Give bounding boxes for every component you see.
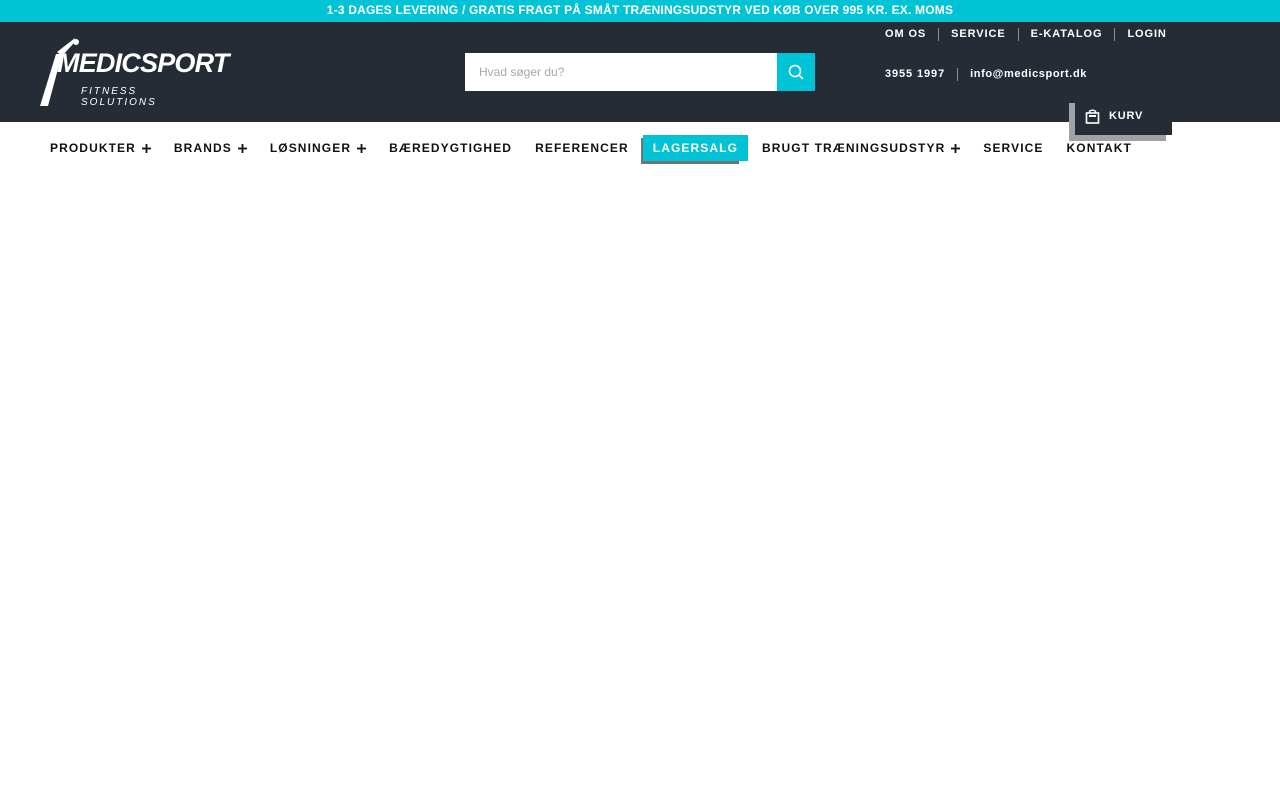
nav-item-loesninger[interactable]: LØSNINGER [269, 134, 367, 162]
search-button[interactable] [777, 53, 815, 91]
top-links: OM OS SERVICE E-KATALOG LOGIN [885, 26, 1167, 42]
nav-item-produkter[interactable]: PRODUKTER [50, 134, 151, 162]
nav-item-kontakt[interactable]: KONTAKT [1067, 134, 1132, 162]
top-link-om-os[interactable]: OM OS [885, 28, 926, 40]
nav-item-label: BÆREDYGTIGHED [389, 141, 513, 155]
shopping-bag-icon [1085, 108, 1100, 124]
phone-link[interactable]: 3955 1997 [885, 68, 945, 80]
divider [938, 27, 940, 41]
email-link[interactable]: info@medicsport.dk [970, 68, 1087, 80]
plus-icon[interactable] [237, 143, 247, 153]
divider [1017, 27, 1019, 41]
contact-info: 3955 1997 info@medicsport.dk [885, 66, 1087, 82]
promo-text: 1-3 DAGES LEVERING / GRATIS FRAGT PÅ SMÅ… [326, 3, 954, 17]
top-link-e-katalog[interactable]: E-KATALOG [1031, 28, 1103, 40]
top-link-login[interactable]: LOGIN [1127, 28, 1166, 40]
nav-item-brugt-traeningsudstyr[interactable]: BRUGT TRÆNINGSUDSTYR [762, 134, 961, 162]
nav-item-label: REFERENCER [535, 141, 629, 155]
logo-wordmark: MEDICSPORT [57, 48, 229, 78]
nav-item-baeredygtighed[interactable]: BÆREDYGTIGHED [389, 134, 512, 162]
site-logo[interactable]: MEDICSPORT FITNESS SOLUTIONS [40, 38, 229, 108]
nav-item-label: SERVICE [983, 141, 1044, 155]
nav-item-label: LØSNINGER [269, 141, 352, 155]
divider [957, 67, 959, 81]
nav-item-brands[interactable]: BRANDS [174, 134, 247, 162]
plus-icon[interactable] [141, 143, 151, 153]
plus-icon[interactable] [357, 143, 367, 153]
nav-item-label: BRUGT TRÆNINGSUDSTYR [762, 141, 946, 155]
nav-item-lagersalg[interactable]: LAGERSALG [640, 134, 748, 164]
cart-button[interactable]: KURV [1075, 97, 1172, 135]
main-nav: PRODUKTER BRANDS LØSNINGER BÆREDYGTIGHED… [50, 134, 1155, 164]
cart-label: KURV [1109, 110, 1144, 122]
nav-item-label: BRANDS [173, 141, 232, 155]
top-link-service[interactable]: SERVICE [951, 28, 1005, 40]
logo-tagline: FITNESS SOLUTIONS [81, 86, 157, 108]
promo-bar: 1-3 DAGES LEVERING / GRATIS FRAGT PÅ SMÅ… [0, 0, 1280, 22]
search-icon [788, 64, 804, 80]
plus-icon[interactable] [951, 143, 961, 153]
nav-item-label: PRODUKTER [50, 141, 136, 155]
nav-item-referencer[interactable]: REFERENCER [535, 134, 629, 162]
nav-item-label: LAGERSALG [642, 134, 748, 161]
search-input[interactable] [465, 53, 777, 91]
nav-item-label: KONTAKT [1066, 141, 1132, 155]
search-form [465, 53, 815, 91]
divider [1114, 27, 1116, 41]
nav-item-service[interactable]: SERVICE [983, 134, 1043, 162]
